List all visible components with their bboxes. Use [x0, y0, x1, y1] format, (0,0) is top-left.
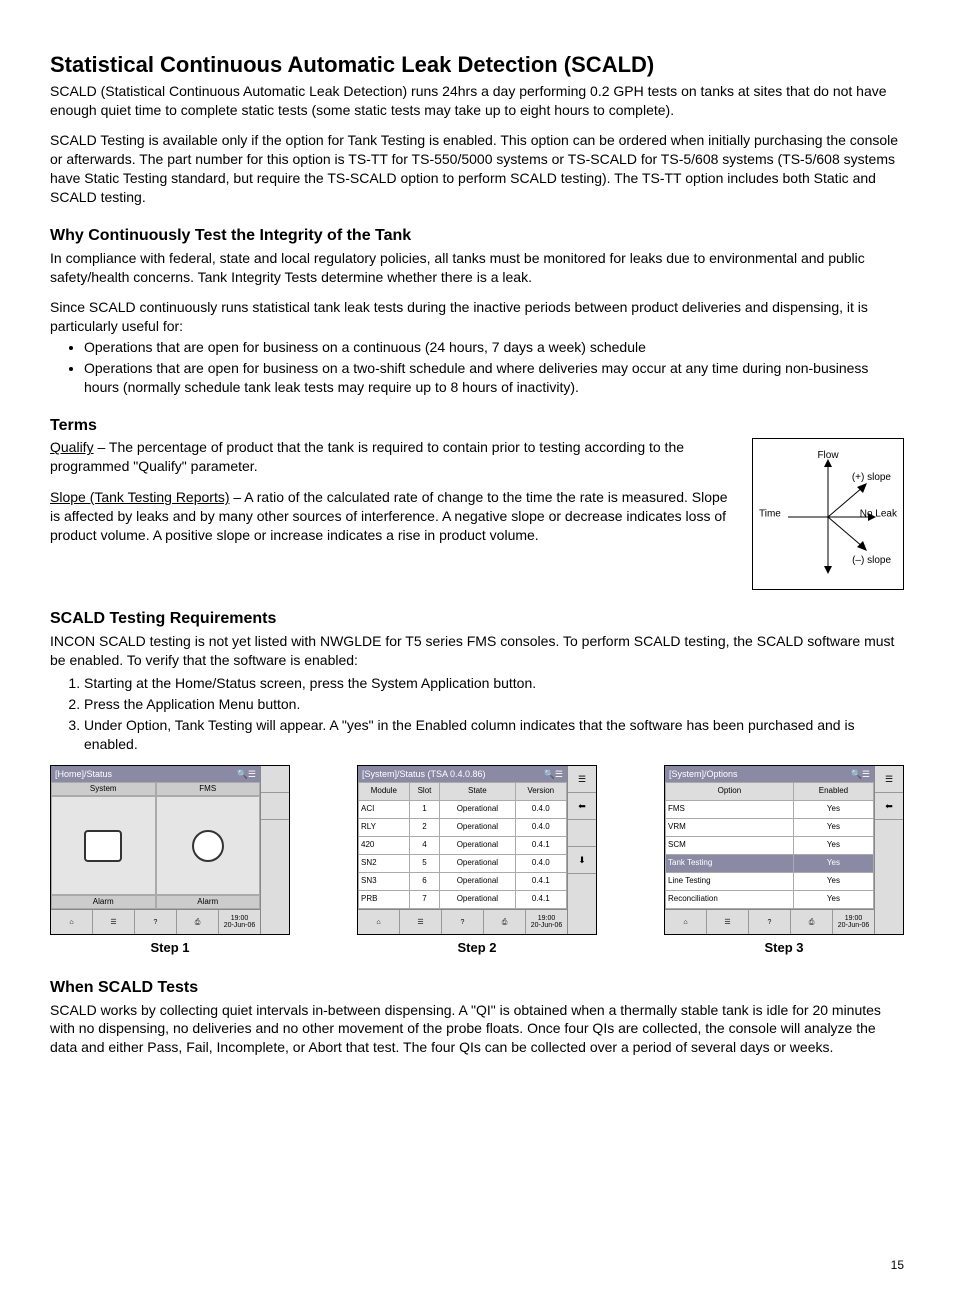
screen-system-options: [System]/Options🔍☰ OptionEnabledFMSYesVR…	[664, 765, 904, 935]
requirements-list: Starting at the Home/Status screen, pres…	[50, 674, 904, 754]
terms-slope: Slope (Tank Testing Reports) – A ratio o…	[50, 488, 732, 545]
terms-heading: Terms	[50, 415, 904, 437]
menu-icon: ☰	[568, 766, 596, 793]
list-icon: ☰	[400, 910, 442, 934]
bottom-toolbar: ⌂ ☰ ? ⎙ 19:0020-Jun-06	[51, 909, 260, 934]
back-icon: ⬅	[875, 793, 903, 820]
print-icon: ⎙	[791, 910, 833, 934]
why-heading: Why Continuously Test the Integrity of t…	[50, 225, 904, 247]
options-icon: 🔍☰	[544, 768, 563, 780]
help-icon: ?	[442, 910, 484, 934]
why-paragraph-2: Since SCALD continuously runs statistica…	[50, 298, 904, 336]
home-icon: ⌂	[358, 910, 400, 934]
steps-row: [Home]/Status🔍☰ System FMS Alarm Alarm ⌂…	[50, 765, 904, 957]
step-3: [System]/Options🔍☰ OptionEnabledFMSYesVR…	[664, 765, 904, 957]
page-number: 15	[50, 1257, 904, 1273]
page-title: Statistical Continuous Automatic Leak De…	[50, 50, 904, 80]
system-app-icon	[84, 830, 122, 862]
step-label: Step 3	[664, 939, 904, 957]
list-icon: ☰	[707, 910, 749, 934]
home-icon: ⌂	[51, 910, 93, 934]
requirements-list-item: Under Option, Tank Testing will appear. …	[84, 716, 904, 754]
options-icon: 🔍☰	[237, 768, 256, 780]
why-paragraph-1: In compliance with federal, state and lo…	[50, 249, 904, 287]
help-icon: ?	[135, 910, 177, 934]
back-icon: ⬅	[568, 793, 596, 820]
why-list: Operations that are open for business on…	[50, 338, 904, 397]
help-icon: ?	[749, 910, 791, 934]
intro-paragraph-2: SCALD Testing is available only if the o…	[50, 131, 904, 207]
screen-system-status: [System]/Status (TSA 0.4.0.86)🔍☰ ModuleS…	[357, 765, 597, 935]
when-heading: When SCALD Tests	[50, 977, 904, 999]
home-icon: ⌂	[665, 910, 707, 934]
step-2: [System]/Status (TSA 0.4.0.86)🔍☰ ModuleS…	[357, 765, 597, 957]
requirements-paragraph: INCON SCALD testing is not yet listed wi…	[50, 632, 904, 670]
down-icon: ⬇	[568, 847, 596, 874]
list-icon: ☰	[93, 910, 135, 934]
screen-home-status: [Home]/Status🔍☰ System FMS Alarm Alarm ⌂…	[50, 765, 290, 935]
step-label: Step 1	[50, 939, 290, 957]
terms-qualify: Qualify – The percentage of product that…	[50, 438, 732, 476]
requirements-list-item: Starting at the Home/Status screen, pres…	[84, 674, 904, 693]
step-label: Step 2	[357, 939, 597, 957]
step-1: [Home]/Status🔍☰ System FMS Alarm Alarm ⌂…	[50, 765, 290, 957]
print-icon: ⎙	[177, 910, 219, 934]
slope-diagram: Flow Time No Leak (+) slope (–) slope	[752, 438, 904, 590]
requirements-heading: SCALD Testing Requirements	[50, 608, 904, 630]
menu-icon: ☰	[875, 766, 903, 793]
options-icon: 🔍☰	[851, 768, 870, 780]
when-paragraph: SCALD works by collecting quiet interval…	[50, 1001, 904, 1058]
why-list-item: Operations that are open for business on…	[84, 359, 904, 397]
requirements-list-item: Press the Application Menu button.	[84, 695, 904, 714]
intro-paragraph-1: SCALD (Statistical Continuous Automatic …	[50, 82, 904, 120]
why-list-item: Operations that are open for business on…	[84, 338, 904, 357]
print-icon: ⎙	[484, 910, 526, 934]
fms-app-icon	[192, 830, 224, 862]
